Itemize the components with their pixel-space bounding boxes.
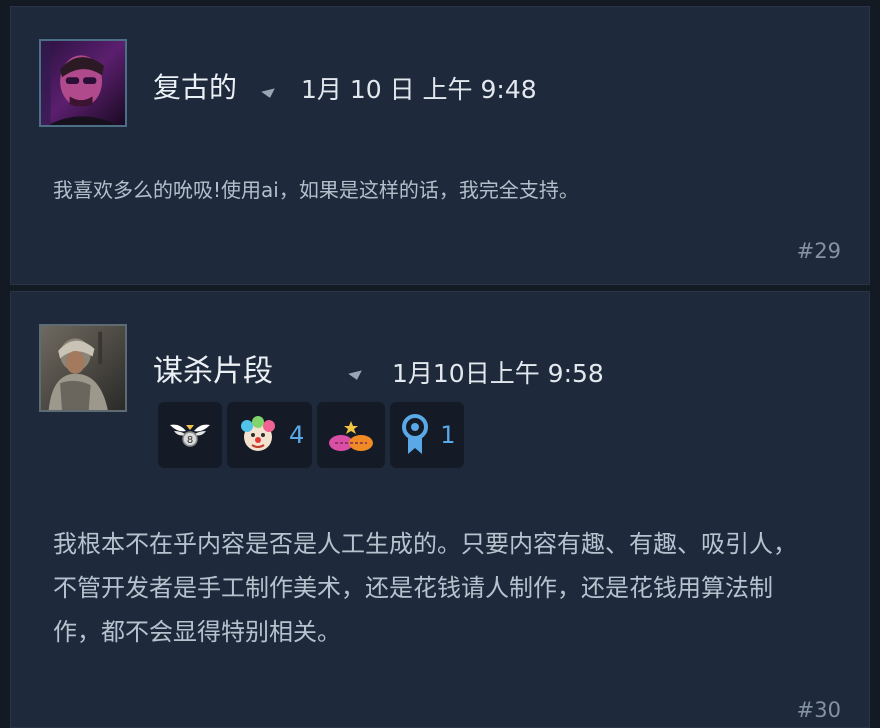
post-body: 我喜欢多么的吮吸!使用ai，如果是这样的话，我完全支持。: [53, 178, 579, 202]
dropdown-arrow-icon[interactable]: [348, 370, 364, 382]
award-count: 1: [440, 421, 456, 449]
dropdown-arrow-icon[interactable]: [261, 88, 277, 100]
avatar-image: [41, 326, 125, 410]
award-badge[interactable]: 8: [158, 402, 222, 468]
post-body: 我根本不在乎内容是否是人工生成的。只要内容有趣、有趣、吸引人，不管开发者是手工制…: [53, 530, 797, 646]
post-30: 谋杀片段 1月10日上午 9:58 8 4 1 我根本不在乎内容是否是人工生成的…: [10, 291, 870, 728]
avatar[interactable]: [39, 324, 127, 412]
author-name[interactable]: 复古的: [153, 70, 237, 106]
author-name[interactable]: 谋杀片段: [153, 354, 273, 390]
clown-face-icon: [241, 416, 275, 451]
post-number[interactable]: #29: [797, 239, 841, 263]
avatar-image: [41, 41, 125, 125]
award-count: 4: [289, 421, 305, 449]
discussion-page: 复古的 1月 10 日 上午 9:48 我喜欢多么的吮吸!使用ai，如果是这样的…: [0, 0, 880, 728]
post-timestamp: 1月10日上午 9:58: [392, 359, 604, 388]
award-badge[interactable]: 4: [227, 402, 313, 468]
post-timestamp: 1月 10 日 上午 9:48: [301, 75, 537, 104]
award-badges: 8 4 1: [158, 402, 464, 468]
winged-medal-icon: 8: [170, 424, 210, 447]
post-number[interactable]: #30: [797, 698, 841, 722]
award-badge[interactable]: [317, 402, 386, 468]
svg-text:8: 8: [187, 435, 193, 446]
post-29: 复古的 1月 10 日 上午 9:48 我喜欢多么的吮吸!使用ai，如果是这样的…: [10, 6, 870, 285]
ribbon-medal-icon: [402, 414, 429, 454]
award-badge[interactable]: 1: [390, 402, 464, 468]
avatar[interactable]: [39, 39, 127, 127]
heart-handshake-icon: [329, 421, 374, 451]
